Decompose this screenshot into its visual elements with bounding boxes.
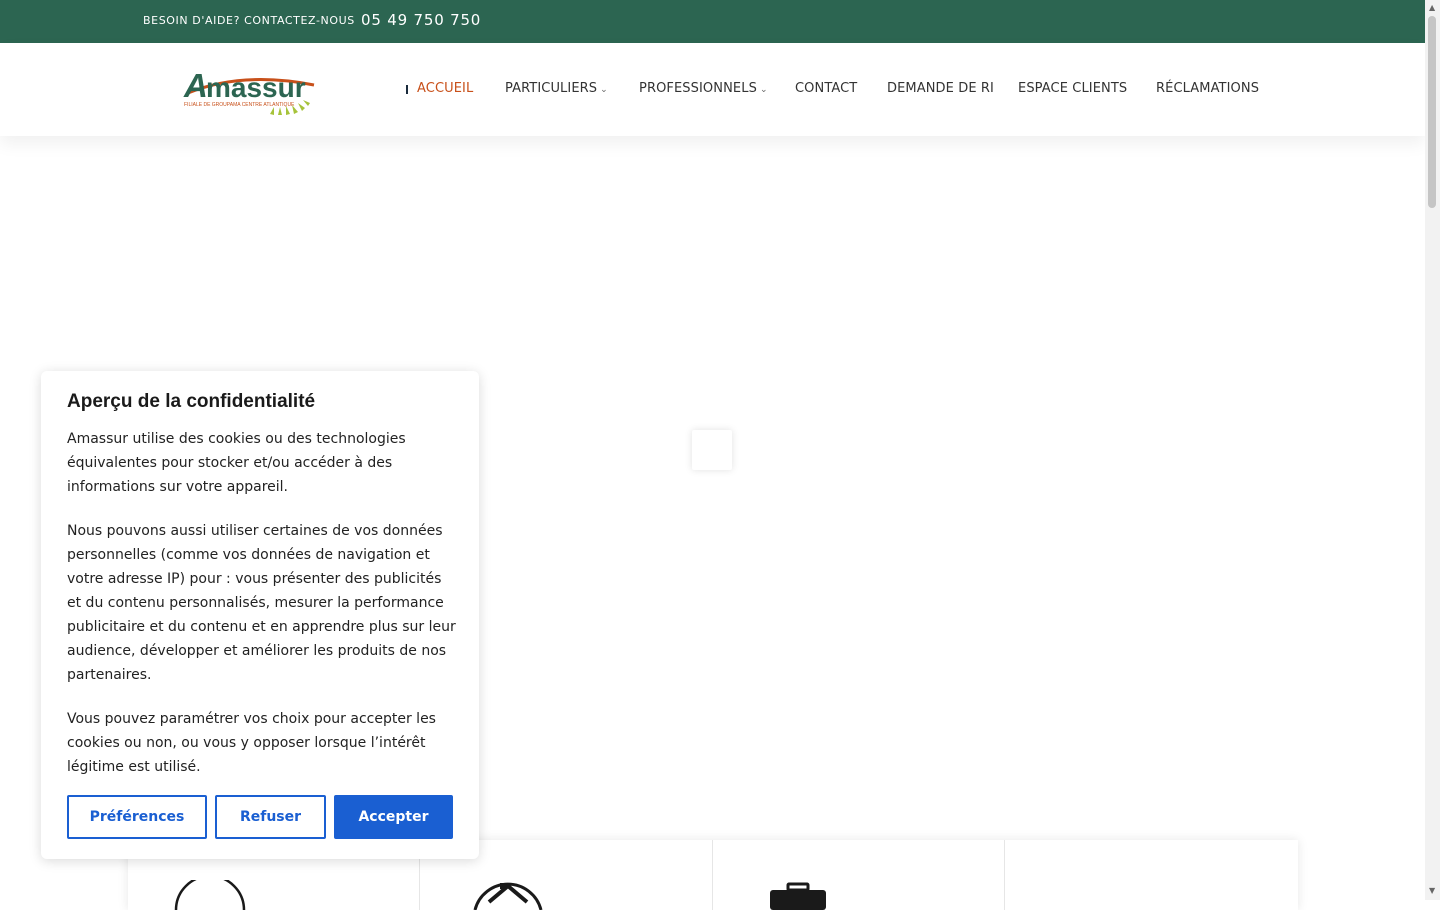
main-nav: ACCUEIL PARTICULIERS ⌄ PROFESSIONNELS ⌄ CO… <box>0 43 1425 136</box>
loading-spinner <box>692 430 732 470</box>
phone-number[interactable]: 05 49 750 750 <box>361 11 481 29</box>
refuse-button[interactable]: Refuser <box>215 795 326 839</box>
nav-item-reclamations[interactable]: RÉCLAMATIONS <box>1156 81 1259 96</box>
top-contact-bar: BESOIN D'AIDE? CONTACTEZ-NOUS 05 49 750 … <box>0 0 1425 43</box>
nav-item-particuliers[interactable]: PARTICULIERS ⌄ <box>505 81 608 96</box>
scrollbar-thumb[interactable] <box>1428 16 1436 208</box>
nav-item-espace-clients[interactable]: ESPACE CLIENTS <box>1018 81 1127 96</box>
chevron-down-icon: ⌄ <box>759 85 768 95</box>
cookie-paragraph: Amassur utilise des cookies ou des techn… <box>67 431 406 495</box>
chevron-down-icon: ⌄ <box>600 85 608 95</box>
nav-item-label: PROFESSIONNELS <box>639 81 757 96</box>
page-scrollbar[interactable]: ▲ ▼ <box>1425 0 1440 900</box>
person-icon <box>174 880 246 910</box>
briefcase-icon <box>770 882 826 910</box>
scroll-down-arrow-icon[interactable]: ▼ <box>1429 886 1435 895</box>
cookie-paragraph: Nous pouvons aussi utiliser certaines de… <box>67 523 456 683</box>
nav-item-professionnels[interactable]: PROFESSIONNELS ⌄ <box>639 81 768 96</box>
cookie-title: Aperçu de la confidentialité <box>67 391 316 412</box>
help-text: BESOIN D'AIDE? CONTACTEZ-NOUS <box>143 14 355 27</box>
cookie-paragraph: Vous pouvez paramétrer vos choix pour ac… <box>67 711 436 775</box>
site-header: A massur FILIALE DE GROUPAMA CENTRE ATLA… <box>0 43 1425 136</box>
nav-item-contact[interactable]: CONTACT <box>795 81 857 96</box>
nav-item-label: PARTICULIERS <box>505 81 598 96</box>
nav-item-accueil[interactable]: ACCUEIL <box>417 81 473 96</box>
accept-button[interactable]: Accepter <box>334 795 453 839</box>
active-nav-marker <box>406 85 408 94</box>
cookie-consent-dialog: Aperçu de la confidentialité Amassur uti… <box>41 371 479 859</box>
scroll-up-arrow-icon[interactable]: ▲ <box>1429 3 1435 12</box>
preferences-button[interactable]: Préférences <box>67 795 207 839</box>
house-icon <box>473 882 543 910</box>
nav-item-demande-de-ri[interactable]: DEMANDE DE RI <box>887 81 994 96</box>
